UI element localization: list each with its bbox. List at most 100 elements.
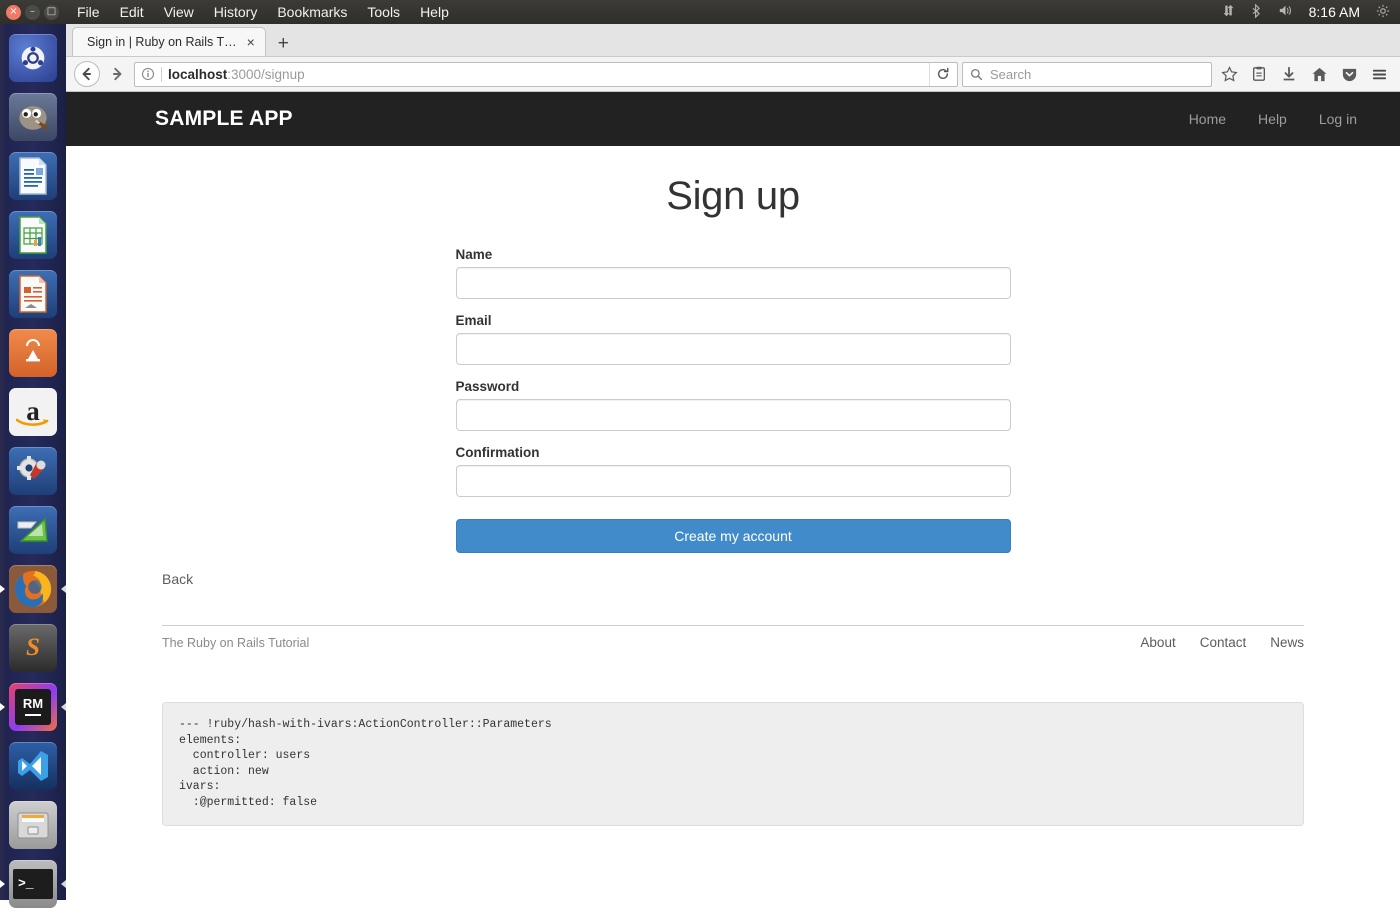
launcher-item-firefox[interactable] — [0, 559, 66, 618]
launcher-item-libreoffice-calc[interactable] — [0, 205, 66, 264]
url-path: :3000/signup — [227, 66, 305, 82]
volume-icon[interactable] — [1278, 4, 1293, 20]
app-navbar: SAMPLE APP Home Help Log in — [66, 92, 1400, 146]
launcher-item-visual-studio[interactable] — [0, 736, 66, 795]
presentation-icon — [19, 274, 47, 313]
launcher-item-libreoffice-impress[interactable] — [0, 264, 66, 323]
launcher-item-ubuntu-help[interactable] — [0, 500, 66, 559]
page-container: Sign up Name Email Password Confirmation — [162, 146, 1304, 826]
page-title: Sign up — [666, 174, 800, 218]
rubymine-letters-icon: RM — [22, 696, 44, 711]
launcher-item-system-settings[interactable] — [0, 441, 66, 500]
software-bag-icon — [26, 338, 40, 361]
create-account-button[interactable]: Create my account — [455, 519, 1011, 553]
footer-links: About Contact News — [1140, 634, 1304, 652]
debug-panel: --- !ruby/hash-with-ivars:ActionControll… — [162, 702, 1304, 826]
form-group-confirmation: Confirmation — [455, 445, 1011, 497]
launcher-item-ubuntu-software[interactable] — [0, 323, 66, 382]
bluetooth-icon[interactable] — [1251, 3, 1262, 21]
nav-link-home[interactable]: Home — [1189, 111, 1226, 127]
menu-hamburger-icon[interactable] — [1366, 61, 1392, 87]
password-field[interactable] — [455, 399, 1011, 431]
new-tab-button[interactable]: + — [266, 34, 301, 56]
form-group-name: Name — [455, 247, 1011, 299]
tab-bar: Sign in | Ruby on Rails T… × + — [66, 24, 1400, 57]
bookmark-star-icon[interactable] — [1216, 61, 1242, 87]
gear-icon[interactable] — [1376, 4, 1390, 21]
email-field[interactable] — [455, 333, 1011, 365]
panel-indicators: 8:16 AM — [1222, 3, 1400, 21]
footer-link-news[interactable]: News — [1270, 635, 1304, 650]
downloads-icon[interactable] — [1276, 61, 1302, 87]
menu-bookmarks[interactable]: Bookmarks — [277, 4, 347, 20]
reload-button[interactable] — [929, 62, 955, 86]
name-label: Name — [455, 247, 493, 262]
confirmation-field[interactable] — [455, 465, 1011, 497]
site-identity-icon[interactable] — [141, 67, 155, 81]
terminal-prompt-icon: >_ — [18, 876, 34, 891]
search-placeholder: Search — [990, 66, 1032, 82]
launcher-item-ubuntu-dash[interactable] — [0, 28, 66, 87]
page-footer: The Ruby on Rails Tutorial About Contact… — [162, 625, 1304, 652]
menu-tools[interactable]: Tools — [367, 4, 400, 20]
unity-launcher: a S RM >_ — [0, 24, 66, 908]
amazon-smile-icon — [16, 418, 49, 426]
forward-arrow-icon — [112, 67, 122, 81]
window-close-button[interactable]: × — [6, 4, 21, 20]
window-maximize-button[interactable]: □ — [44, 4, 59, 20]
debug-yaml-text: --- !ruby/hash-with-ivars:ActionControll… — [179, 718, 552, 809]
window-minimize-button[interactable]: – — [25, 4, 40, 20]
menu-file[interactable]: File — [77, 4, 100, 20]
visual-studio-icon — [18, 750, 48, 781]
footer-link-about[interactable]: About — [1140, 635, 1175, 650]
password-label: Password — [455, 379, 520, 394]
forward-button[interactable] — [104, 61, 130, 87]
ubuntu-logo-icon — [21, 46, 45, 69]
nav-link-login[interactable]: Log in — [1319, 111, 1357, 127]
search-bar[interactable]: Search — [962, 61, 1212, 87]
launcher-item-libreoffice-writer[interactable] — [0, 146, 66, 205]
menu-history[interactable]: History — [214, 4, 258, 20]
pocket-icon[interactable] — [1336, 61, 1362, 87]
back-link[interactable]: Back — [162, 571, 1304, 587]
library-icon[interactable] — [1246, 61, 1272, 87]
footer-link-contact[interactable]: Contact — [1200, 635, 1247, 650]
launcher-item-sublime-text[interactable]: S — [0, 618, 66, 677]
firefox-window: Sign in | Ruby on Rails T… × + localhost… — [66, 24, 1400, 900]
gimp-icon — [19, 105, 49, 130]
launcher-item-amazon[interactable]: a — [0, 382, 66, 441]
tab-close-icon[interactable]: × — [245, 35, 257, 49]
brand-logo[interactable]: SAMPLE APP — [155, 107, 293, 131]
form-group-password: Password — [455, 379, 1011, 431]
nav-link-help[interactable]: Help — [1258, 111, 1287, 127]
launcher-item-gimp[interactable] — [0, 87, 66, 146]
file-manager-icon — [17, 812, 49, 838]
launcher-item-terminal[interactable]: >_ — [0, 854, 66, 913]
launcher-item-rubymine[interactable]: RM — [0, 677, 66, 736]
settings-gear-wrench-icon — [17, 455, 46, 480]
network-icon[interactable] — [1222, 4, 1235, 20]
url-bar[interactable]: localhost:3000/signup — [134, 61, 958, 87]
menu-help[interactable]: Help — [420, 4, 449, 20]
system-clock[interactable]: 8:16 AM — [1309, 4, 1360, 20]
desktop-top-panel: × – □ File Edit View History Bookmarks T… — [0, 0, 1400, 24]
app-nav-links: Home Help Log in — [1189, 111, 1375, 127]
ruler-triangle-icon — [17, 517, 48, 542]
back-button[interactable] — [74, 61, 100, 87]
form-group-email: Email — [455, 313, 1011, 365]
window-controls: × – □ — [0, 4, 67, 20]
url-text: localhost:3000/signup — [168, 67, 923, 82]
back-arrow-icon — [82, 67, 92, 81]
spreadsheet-icon — [19, 215, 47, 254]
document-icon — [19, 156, 47, 195]
home-icon[interactable] — [1306, 61, 1332, 87]
url-host: localhost — [168, 66, 228, 82]
name-field[interactable] — [455, 267, 1011, 299]
tab-title: Sign in | Ruby on Rails T… — [87, 35, 237, 49]
url-divider — [161, 66, 162, 82]
menu-view[interactable]: View — [164, 4, 194, 20]
menu-edit[interactable]: Edit — [120, 4, 144, 20]
browser-tab[interactable]: Sign in | Ruby on Rails T… × — [72, 27, 266, 56]
search-icon — [970, 68, 983, 80]
launcher-item-files[interactable] — [0, 795, 66, 854]
